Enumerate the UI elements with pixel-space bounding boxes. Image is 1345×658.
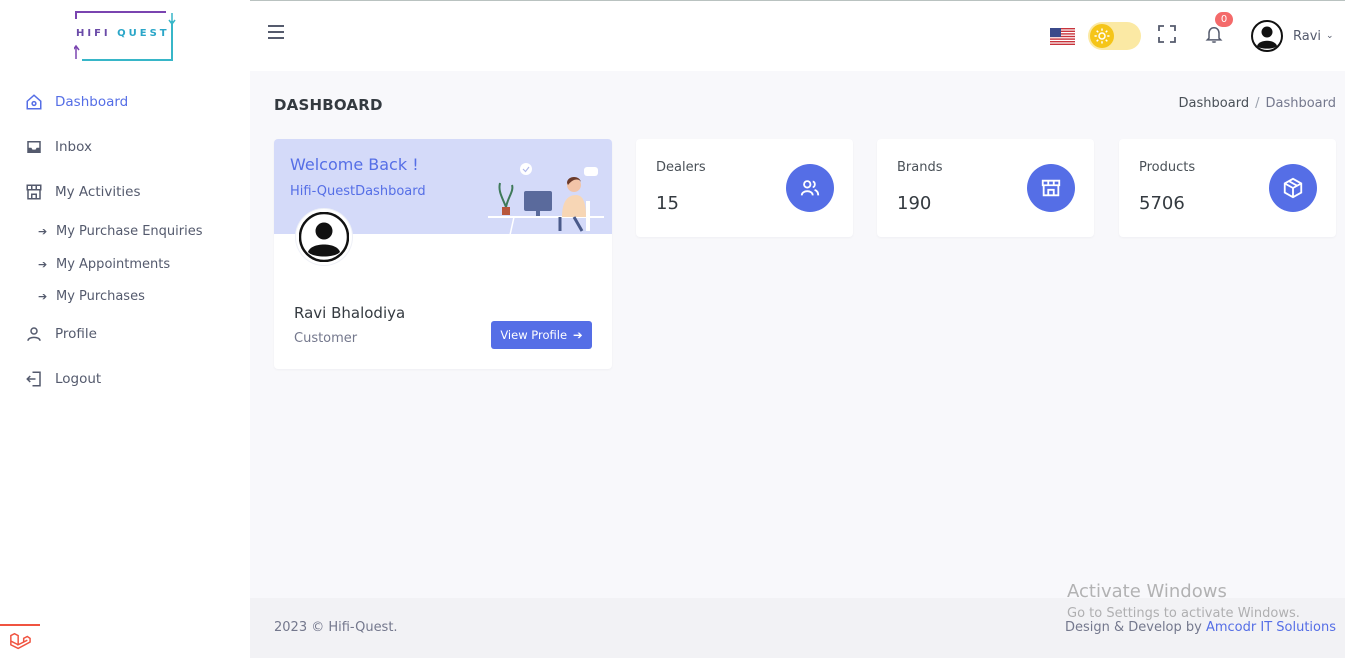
stat-card-brands: Brands 190 bbox=[877, 139, 1094, 237]
arrow-right-icon: ➔ bbox=[38, 224, 48, 238]
page-title: DASHBOARD bbox=[274, 96, 383, 114]
brand-logo[interactable]: HIFI QUEST bbox=[72, 11, 176, 61]
store-icon bbox=[1027, 164, 1075, 212]
welcome-card: Welcome Back ! Hifi-QuestDashboard Ravi … bbox=[274, 139, 612, 369]
sidebar-subitem-label: My Purchase Enquiries bbox=[56, 223, 203, 239]
sidebar-item-label: My Activities bbox=[55, 184, 141, 200]
sidebar-item-label: Inbox bbox=[55, 139, 92, 155]
footer-credit: Design & Develop by Amcodr IT Solutions bbox=[1065, 620, 1336, 635]
sidebar-item-label: Logout bbox=[55, 371, 102, 387]
sidebar-subitem-purchase-enquiries[interactable]: ➔ My Purchase Enquiries bbox=[0, 219, 250, 243]
watermark-subtitle: Go to Settings to activate Windows. bbox=[1067, 606, 1300, 621]
store-icon bbox=[24, 182, 44, 202]
logout-icon bbox=[24, 369, 44, 389]
arrow-right-icon: ➔ bbox=[38, 257, 48, 271]
sidebar-subitem-purchases[interactable]: ➔ My Purchases bbox=[0, 284, 250, 308]
inbox-icon bbox=[24, 137, 44, 157]
logo-text: HIFI QUEST bbox=[76, 28, 170, 39]
home-icon bbox=[24, 92, 44, 112]
chevron-down-icon: ⌄ bbox=[1326, 31, 1334, 41]
box-icon bbox=[1269, 164, 1317, 212]
fullscreen-icon[interactable] bbox=[1158, 25, 1176, 43]
sun-icon bbox=[1090, 24, 1114, 48]
sidebar-item-inbox[interactable]: Inbox bbox=[0, 132, 250, 162]
welcome-subtitle: Hifi-QuestDashboard bbox=[290, 184, 426, 199]
windows-activation-watermark: Activate Windows Go to Settings to activ… bbox=[1067, 581, 1300, 621]
logo-area[interactable]: HIFI QUEST bbox=[0, 0, 250, 71]
arrow-right-icon: ➔ bbox=[38, 289, 48, 303]
avatar bbox=[1251, 20, 1283, 52]
sidebar-item-logout[interactable]: Logout bbox=[0, 364, 250, 394]
stat-card-dealers: Dealers 15 bbox=[636, 139, 853, 237]
stat-value: 15 bbox=[656, 193, 679, 214]
footer-copyright: 2023 © Hifi-Quest. bbox=[274, 620, 398, 635]
sidebar-item-label: Profile bbox=[55, 326, 97, 342]
footer-credit-link[interactable]: Amcodr IT Solutions bbox=[1206, 620, 1336, 635]
footer-credit-text: Design & Develop by bbox=[1064, 620, 1206, 635]
watermark-title: Activate Windows bbox=[1067, 581, 1227, 602]
stat-label: Dealers bbox=[656, 160, 706, 175]
breadcrumb: Dashboard / Dashboard bbox=[1179, 96, 1336, 111]
breadcrumb-link[interactable]: Dashboard bbox=[1179, 96, 1250, 111]
sidebar-subitem-label: My Purchases bbox=[56, 288, 145, 304]
workspace-illustration bbox=[488, 163, 604, 235]
sidebar-item-label: Dashboard bbox=[55, 94, 129, 110]
breadcrumb-separator: / bbox=[1255, 96, 1260, 111]
sidebar-item-my-activities[interactable]: My Activities bbox=[0, 177, 250, 207]
stat-value: 5706 bbox=[1139, 193, 1185, 214]
laravel-debug-icon[interactable] bbox=[0, 624, 40, 658]
users-icon bbox=[786, 164, 834, 212]
sidebar-subitem-label: My Appointments bbox=[56, 256, 171, 272]
welcome-title: Welcome Back ! bbox=[290, 155, 419, 174]
profile-name: Ravi Bhalodiya bbox=[294, 304, 406, 322]
sidebar-item-profile[interactable]: Profile bbox=[0, 319, 250, 349]
sidebar-item-dashboard[interactable]: Dashboard bbox=[0, 87, 250, 117]
sidebar-subitem-appointments[interactable]: ➔ My Appointments bbox=[0, 252, 250, 276]
breadcrumb-current: Dashboard bbox=[1265, 96, 1336, 111]
arrow-right-icon: ➔ bbox=[573, 328, 583, 342]
user-name: Ravi bbox=[1293, 28, 1322, 44]
stat-label: Products bbox=[1139, 160, 1196, 175]
user-menu[interactable]: Ravi ⌄ bbox=[1251, 20, 1334, 52]
user-icon bbox=[24, 324, 44, 344]
notification-badge: 0 bbox=[1215, 12, 1233, 27]
menu-toggle-icon[interactable] bbox=[268, 25, 284, 39]
view-profile-button[interactable]: View Profile ➔ bbox=[491, 321, 592, 349]
sidebar: HIFI QUEST Dashboard Inbox My Activities… bbox=[0, 0, 250, 658]
stat-card-products: Products 5706 bbox=[1119, 139, 1336, 237]
profile-avatar bbox=[296, 209, 352, 265]
stat-label: Brands bbox=[897, 160, 943, 175]
top-header: 0 Ravi ⌄ bbox=[250, 1, 1345, 71]
theme-toggle[interactable] bbox=[1088, 22, 1141, 50]
stat-value: 190 bbox=[897, 193, 932, 214]
profile-role: Customer bbox=[294, 331, 358, 346]
us-flag-icon[interactable] bbox=[1050, 28, 1075, 45]
view-profile-label: View Profile bbox=[500, 328, 568, 342]
